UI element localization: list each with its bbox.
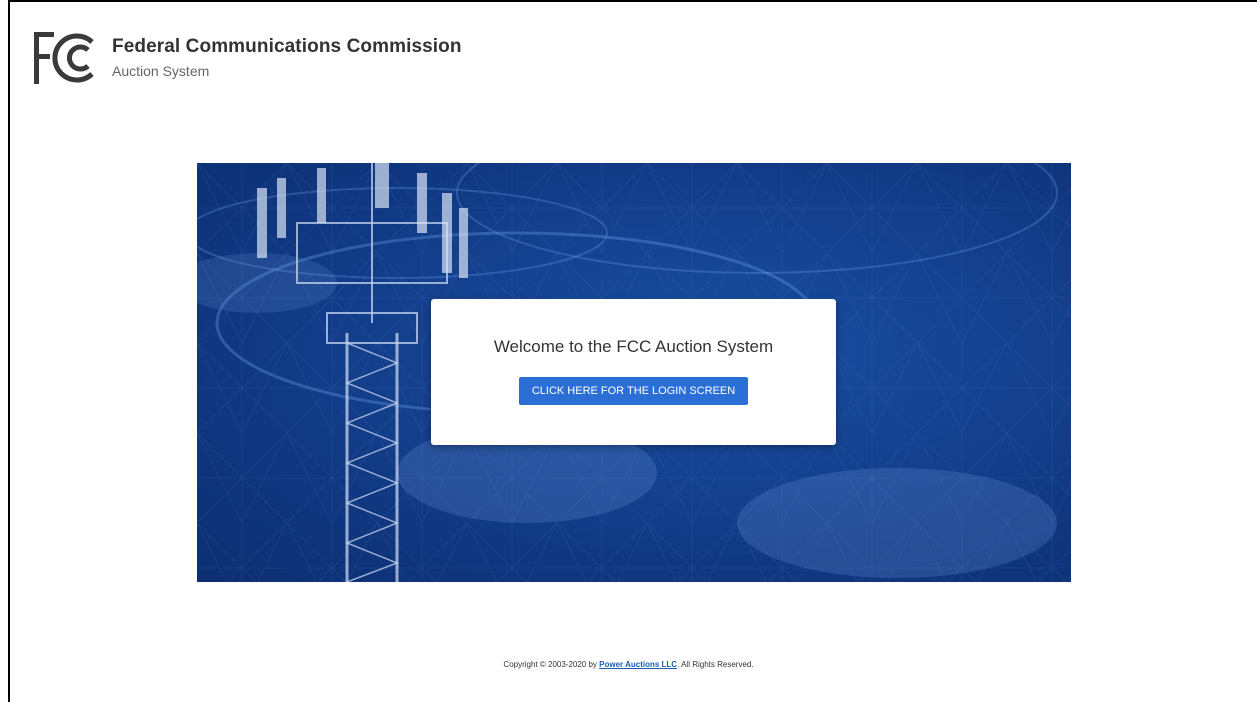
power-auctions-link[interactable]: Power Auctions LLC <box>599 660 677 669</box>
welcome-message: Welcome to the FCC Auction System <box>493 337 774 356</box>
site-header: Federal Communications Commission Auctio… <box>34 30 462 86</box>
fcc-logo-icon <box>34 30 102 86</box>
login-screen-button[interactable]: CLICK HERE FOR THE LOGIN SCREEN <box>518 377 749 405</box>
welcome-card: Welcome to the FCC Auction System CLICK … <box>431 299 836 445</box>
site-subtitle: Auction System <box>112 63 210 79</box>
rights-reserved-text: . All Rights Reserved. <box>677 660 754 669</box>
copyright-text: Copyright © 2003-2020 by <box>503 660 600 669</box>
site-title: Federal Communications Commission <box>112 36 462 57</box>
footer: Copyright © 2003-2020 by Power Auctions … <box>0 660 1257 669</box>
